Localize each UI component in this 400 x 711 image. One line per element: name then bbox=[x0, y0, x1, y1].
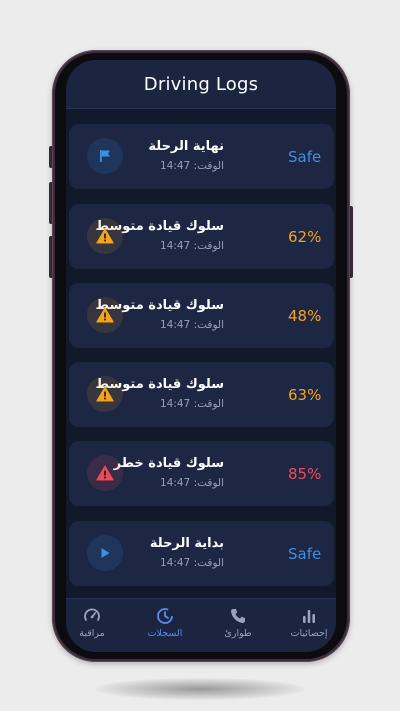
time-label: الوقت: bbox=[193, 240, 224, 252]
time-label: الوقت: bbox=[193, 477, 224, 489]
time-value: 14:47 bbox=[159, 557, 191, 569]
score-label: 63% bbox=[288, 385, 322, 404]
flag-icon bbox=[87, 138, 123, 174]
gauge-icon bbox=[83, 607, 101, 625]
log-card[interactable]: 62% سلوك قيادة متوسط الوقت: 14:47 bbox=[69, 204, 334, 269]
event-time: الوقت: 14:47 bbox=[148, 158, 224, 174]
warning-icon bbox=[87, 376, 123, 412]
time-value: 14:47 bbox=[159, 398, 191, 410]
event-title: سلوك قيادة خطر bbox=[113, 456, 224, 471]
event-title: بداية الرحلة bbox=[149, 536, 224, 551]
log-text: نهاية الرحلة الوقت: 14:47 bbox=[148, 138, 224, 174]
nav-item-monitoring[interactable]: مراقبة bbox=[66, 599, 124, 652]
phone-shadow bbox=[95, 678, 305, 700]
log-list: Safe نهاية الرحلة الوقت: 14:47 62% سلوك … bbox=[66, 108, 336, 598]
score-label: Safe bbox=[288, 147, 322, 166]
time-value: 14:47 bbox=[159, 160, 191, 172]
time-label: الوقت: bbox=[193, 557, 224, 569]
log-card[interactable]: Safe بداية الرحلة الوقت: 14:47 bbox=[69, 521, 334, 586]
score-label: 48% bbox=[288, 306, 322, 325]
log-card[interactable]: 48% سلوك قيادة متوسط الوقت: 14:47 bbox=[69, 283, 334, 348]
app-screen: Driving Logs Safe نهاية الرحلة الوقت: 14… bbox=[66, 60, 336, 652]
event-title: نهاية الرحلة bbox=[148, 139, 224, 154]
time-label: الوقت: bbox=[193, 160, 224, 172]
log-text: سلوك قيادة خطر الوقت: 14:47 bbox=[114, 455, 224, 491]
warning-icon bbox=[87, 218, 123, 254]
phone-icon bbox=[229, 607, 247, 625]
nav-label: مراقبة bbox=[79, 628, 105, 639]
bottom-nav: مراقبة السجلات طوارئ إحصائيات bbox=[66, 598, 336, 652]
event-time: الوقت: 14:47 bbox=[114, 475, 224, 491]
page-title: Driving Logs bbox=[143, 73, 259, 95]
nav-label: إحصائيات bbox=[290, 628, 328, 639]
bar-chart-icon bbox=[300, 607, 318, 625]
time-value: 14:47 bbox=[159, 477, 191, 489]
warning-icon bbox=[87, 297, 123, 333]
time-value: 14:47 bbox=[159, 319, 191, 331]
log-text: بداية الرحلة الوقت: 14:47 bbox=[150, 535, 224, 571]
score-label: 62% bbox=[288, 227, 322, 246]
play-icon bbox=[87, 535, 123, 571]
log-card[interactable]: 63% سلوك قيادة متوسط الوقت: 14:47 bbox=[69, 362, 334, 427]
time-value: 14:47 bbox=[159, 240, 191, 252]
time-label: الوقت: bbox=[193, 398, 224, 410]
nav-item-logs[interactable]: السجلات bbox=[133, 599, 197, 652]
event-time: الوقت: 14:47 bbox=[150, 555, 224, 571]
warning-icon bbox=[87, 455, 123, 491]
log-card[interactable]: Safe نهاية الرحلة الوقت: 14:47 bbox=[69, 124, 334, 189]
score-label: 85% bbox=[288, 464, 322, 483]
score-label: Safe bbox=[288, 544, 322, 563]
nav-item-statistics[interactable]: إحصائيات bbox=[277, 599, 336, 652]
nav-item-emergency[interactable]: طوارئ bbox=[206, 599, 270, 652]
app-header: Driving Logs bbox=[66, 60, 336, 109]
log-card[interactable]: 85% سلوك قيادة خطر الوقت: 14:47 bbox=[69, 441, 334, 506]
nav-label: طوارئ bbox=[224, 628, 252, 639]
time-label: الوقت: bbox=[193, 319, 224, 331]
clock-icon bbox=[156, 607, 174, 625]
nav-label: السجلات bbox=[147, 628, 183, 639]
